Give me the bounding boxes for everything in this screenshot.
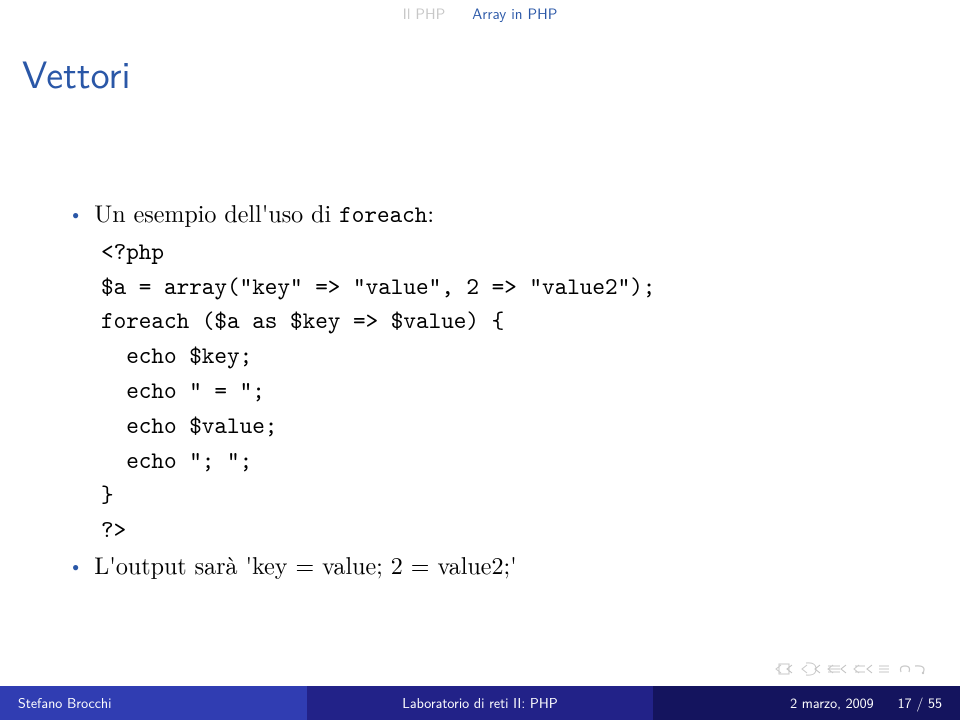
list-item: ● L'output sarà 'key = value; 2 = value2… <box>72 547 900 582</box>
footer-author: Stefano Brocchi <box>0 686 307 720</box>
footer: Stefano Brocchi Laboratorio di reti II: … <box>0 686 960 720</box>
section-dimmed: Il PHP <box>403 2 446 24</box>
nav-forward-icon[interactable] <box>851 662 873 676</box>
page-number: 17 / 55 <box>898 693 942 713</box>
bullet-icon: ● <box>72 206 79 223</box>
page-title: Vettori <box>22 44 131 100</box>
nav-back-icon[interactable] <box>825 662 847 676</box>
nav-controls <box>773 662 927 676</box>
bullet-icon: ● <box>72 558 79 575</box>
section-active: Array in PHP <box>472 2 557 24</box>
footer-title: Laboratorio di reti II: PHP <box>307 686 654 720</box>
bullet-text: L'output sarà 'key = value; 2 = value2;' <box>94 547 517 582</box>
code-block: <?php $a = array("key" => "value", 2 => … <box>101 234 900 547</box>
nav-first-icon[interactable] <box>773 662 795 676</box>
footer-right: 2 marzo, 2009 17 / 55 <box>653 686 960 720</box>
bullet-text: Un esempio dell'uso di foreach: <box>94 195 434 232</box>
breadcrumb: Il PHP Array in PHP <box>0 0 960 24</box>
main-content: ● Un esempio dell'uso di foreach: <?php … <box>72 195 900 584</box>
nav-prev-icon[interactable] <box>799 662 821 676</box>
nav-undo-icon[interactable] <box>897 662 927 676</box>
nav-menu-icon[interactable] <box>877 662 893 676</box>
list-item: ● Un esempio dell'uso di foreach: <box>72 195 900 232</box>
